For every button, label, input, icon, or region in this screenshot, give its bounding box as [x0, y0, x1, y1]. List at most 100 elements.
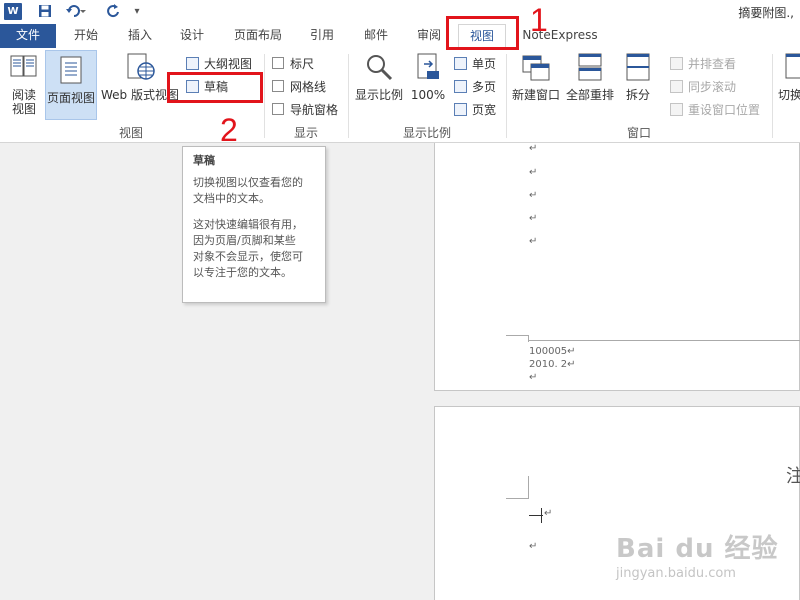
split-label: 拆分	[625, 88, 650, 102]
page-width-icon	[454, 102, 467, 116]
tab-design[interactable]: 设计	[168, 24, 216, 48]
annotation-number-2: 2	[220, 112, 238, 148]
outline-icon	[186, 56, 199, 70]
tooltip-title: 草稿	[193, 154, 215, 167]
group-separator	[348, 54, 349, 138]
save-icon[interactable]	[36, 2, 54, 20]
read-mode-label-1: 阅读	[11, 88, 36, 102]
tooltip-line: 这对快速编辑很有用，	[193, 218, 303, 231]
gridlines-label: 网格线	[290, 79, 327, 94]
annotation-number-1: 1	[530, 2, 548, 38]
reset-window-button[interactable]: 重设窗口位置	[670, 99, 760, 119]
paragraph-mark: ↵	[544, 508, 553, 519]
side-by-side-icon	[670, 56, 683, 70]
gridlines-checkbox[interactable]: 网格线	[272, 76, 326, 96]
paragraph-mark: ↵	[529, 213, 538, 224]
side-by-side-button[interactable]: 并排查看	[670, 53, 736, 73]
tab-home[interactable]: 开始	[60, 24, 112, 48]
tooltip-spacer	[193, 207, 315, 217]
ruler-label: 标尺	[290, 56, 315, 71]
switch-window-button[interactable]: 切换	[776, 52, 800, 102]
paragraph-mark: ↵	[529, 372, 538, 383]
paragraph-mark: ↵	[529, 190, 538, 201]
zoom-label: 显示比例	[354, 88, 403, 102]
page-2-text: 注	[786, 466, 800, 487]
side-by-side-label: 并排查看	[688, 56, 737, 71]
new-window-icon	[510, 52, 562, 85]
new-window-button[interactable]: 新建窗口	[510, 52, 562, 102]
baidu-watermark-url: jingyan.baidu.com	[616, 566, 736, 581]
nav-pane-check-box[interactable]	[272, 103, 284, 115]
multi-page-label: 多页	[472, 79, 497, 94]
reset-window-label: 重设窗口位置	[688, 102, 761, 117]
ruler-checkbox[interactable]: 标尺	[272, 53, 314, 73]
tooltip-line: 因为页眉/页脚和某些	[193, 234, 296, 247]
page-width-button[interactable]: 页宽	[454, 99, 496, 119]
zoom-100-button[interactable]: 100%	[408, 52, 448, 102]
tooltip-line: 对象不会显示，使您可	[193, 250, 303, 263]
sync-scroll-icon	[670, 79, 683, 93]
redo-icon[interactable]	[104, 2, 122, 20]
zoom-group-label: 显示比例	[402, 126, 451, 140]
nav-pane-label: 导航窗格	[290, 102, 339, 117]
annotation-box-draft	[167, 72, 263, 103]
arrange-all-icon	[564, 52, 616, 85]
outline-view-button[interactable]: 大纲视图	[186, 53, 252, 73]
one-page-label: 单页	[472, 56, 497, 71]
new-window-label: 新建窗口	[511, 88, 560, 102]
ruler-check-box[interactable]	[272, 57, 284, 69]
tooltip-line: 切换视图以仅查看您的	[193, 176, 303, 189]
read-mode-icon	[4, 52, 44, 85]
tab-file[interactable]: 文件	[0, 24, 56, 48]
one-page-icon	[454, 56, 467, 70]
text-cursor	[541, 508, 542, 523]
undo-icon[interactable]	[64, 2, 88, 20]
reset-window-icon	[670, 102, 683, 116]
tooltip-line: 以专注于您的文本。	[193, 266, 292, 279]
switch-window-label: 切换	[778, 88, 800, 102]
page-width-label: 页宽	[472, 102, 497, 117]
group-separator	[506, 54, 507, 138]
zoom-button[interactable]: 显示比例	[352, 52, 406, 102]
sync-scroll-button[interactable]: 同步滚动	[670, 76, 736, 96]
gridlines-check-box[interactable]	[272, 80, 284, 92]
arrange-all-button[interactable]: 全部重排	[564, 52, 616, 102]
customize-qat-icon[interactable]: ▾	[128, 2, 146, 20]
document-title: 摘要附图.,	[738, 6, 794, 20]
nav-pane-checkbox[interactable]: 导航窗格	[272, 99, 338, 119]
read-mode-button[interactable]: 阅读 视图	[4, 52, 44, 116]
one-page-button[interactable]: 单页	[454, 53, 496, 73]
tab-mailings[interactable]: 邮件	[352, 24, 400, 48]
tab-page-layout[interactable]: 页面布局	[222, 24, 294, 48]
paragraph-mark: ↵	[529, 541, 538, 552]
switch-window-icon	[780, 52, 800, 85]
zoom-100-icon	[408, 52, 448, 85]
tab-references[interactable]: 引用	[300, 24, 344, 48]
tooltip-line: 文档中的文本。	[193, 192, 270, 205]
multi-page-button[interactable]: 多页	[454, 76, 496, 96]
show-group-label: 显示	[293, 126, 318, 140]
arrange-all-label: 全部重排	[565, 88, 614, 102]
paragraph-mark: ↵	[529, 167, 538, 178]
sync-scroll-label: 同步滚动	[688, 79, 737, 94]
tab-insert[interactable]: 插入	[116, 24, 164, 48]
window-group-label: 窗口	[626, 126, 651, 140]
print-layout-icon	[46, 55, 96, 88]
magnifier-icon	[352, 52, 406, 85]
split-button[interactable]: 拆分	[620, 52, 656, 102]
group-separator	[772, 54, 773, 138]
print-layout-label: 页面视图	[46, 91, 95, 105]
word-app-icon[interactable]: W	[4, 3, 22, 20]
document-page-1[interactable]	[434, 143, 800, 391]
split-icon	[620, 52, 656, 85]
outline-label: 大纲视图	[204, 56, 253, 71]
zoom-100-label: 100%	[410, 88, 446, 102]
draft-tooltip: 草稿 切换视图以仅查看您的 文档中的文本。 这对快速编辑很有用， 因为页眉/页脚…	[182, 146, 326, 303]
read-mode-label-2: 视图	[11, 102, 36, 116]
annotation-box-view-tab	[446, 16, 519, 50]
print-layout-button[interactable]: 页面视图	[45, 50, 97, 120]
paragraph-mark: ↵	[529, 143, 538, 154]
baidu-watermark-logo: Bai du 经验	[616, 534, 779, 564]
group-separator	[264, 54, 265, 138]
footnote-separator	[529, 340, 800, 341]
